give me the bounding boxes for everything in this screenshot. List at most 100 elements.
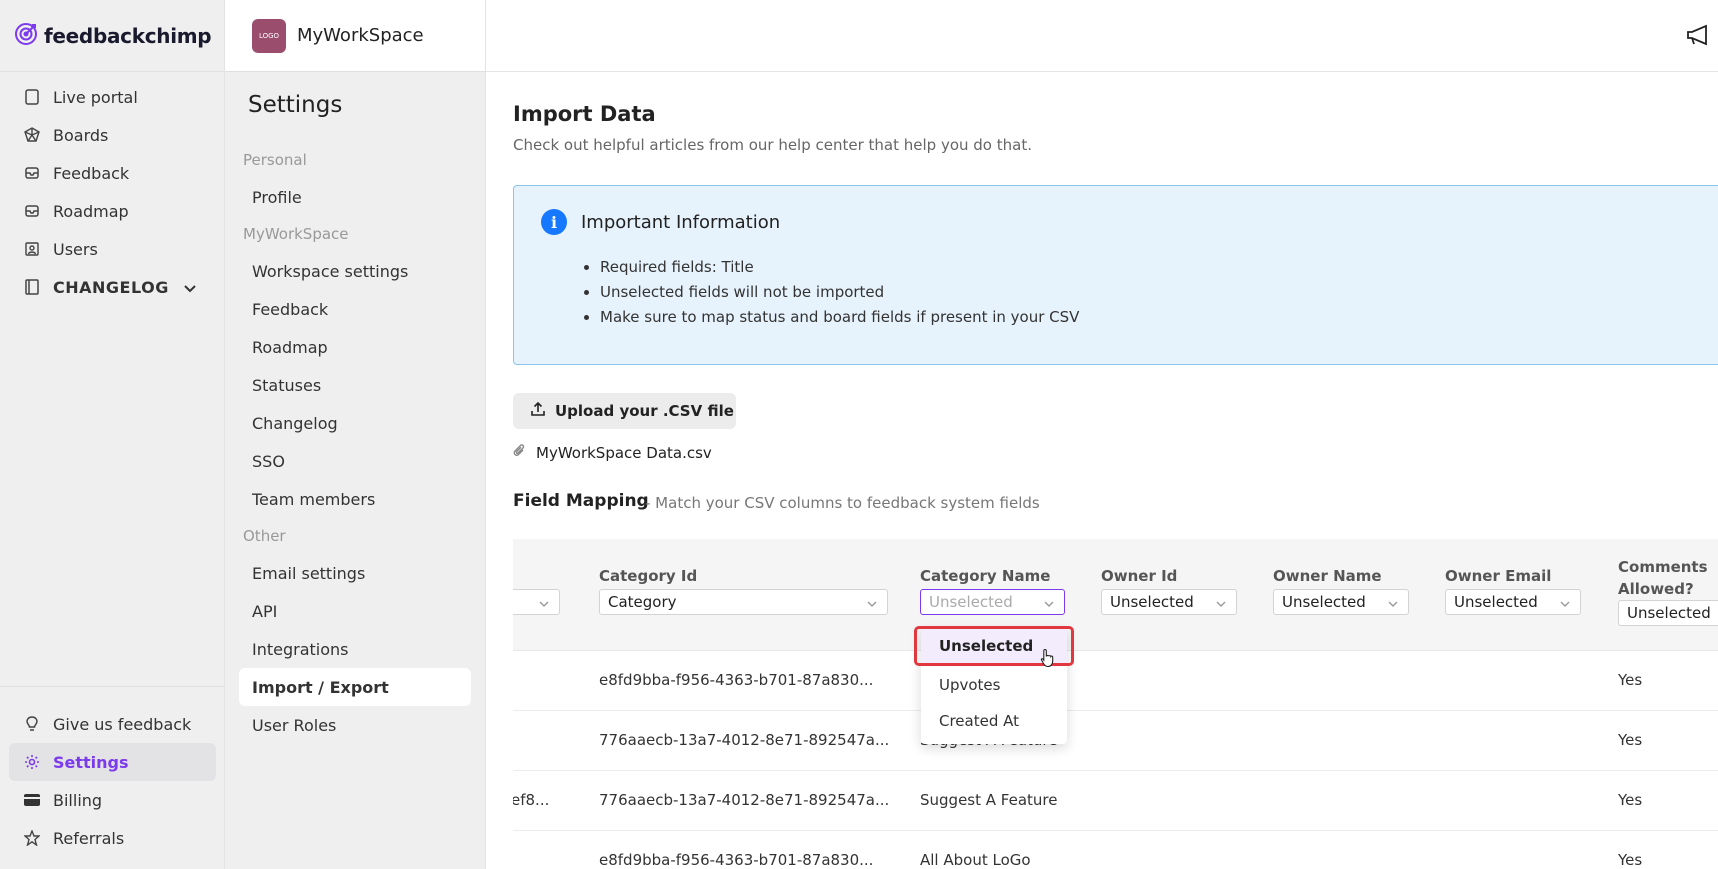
column-header-owner-name: Owner Name (1273, 567, 1382, 585)
column-header-line: Allowed? (1618, 580, 1694, 598)
brand[interactable]: feedbackchimp (0, 0, 224, 72)
info-list: Required fields: Title Unselected fields… (600, 255, 1079, 330)
nav-item-billing[interactable]: Billing (0, 781, 225, 819)
settings-item-integrations[interactable]: Integrations (225, 630, 485, 668)
card-icon (24, 792, 40, 808)
upload-csv-button[interactable]: Upload your .CSV file (513, 393, 736, 429)
settings-item-email-settings[interactable]: Email settings (225, 554, 485, 592)
roadmap-icon (24, 203, 40, 219)
paperclip-icon (513, 444, 526, 462)
settings-item-statuses[interactable]: Statuses (225, 366, 485, 404)
page-subtitle: Check out helpful articles from our help… (513, 136, 1032, 154)
settings-item-changelog[interactable]: Changelog (225, 404, 485, 442)
info-icon: i (541, 209, 567, 235)
column-select-owner-email[interactable]: Unselected (1445, 589, 1581, 615)
tablet-icon (24, 89, 40, 105)
users-icon (24, 241, 40, 257)
nav-item-label: Billing (53, 790, 103, 810)
field-mapping-table: Category Id Category Category Name Unsel… (513, 539, 1718, 869)
column-select-category-id[interactable]: Category (599, 589, 888, 615)
table-cell: 776aaecb-13a7-4012-8e71-892547a... (599, 791, 890, 809)
upload-label: Upload your .CSV file (555, 402, 734, 420)
table-cell: Yes (1618, 791, 1643, 809)
settings-title: Settings (248, 92, 343, 118)
nav-item-label: CHANGELOG (53, 277, 169, 297)
nav-item-label: Give us feedback (53, 714, 192, 734)
column-select-category-name[interactable]: Unselected (920, 589, 1065, 615)
chevron-down-icon (866, 596, 878, 614)
info-box: i Important Information Required fields:… (513, 185, 1718, 365)
nav-item-give-feedback[interactable]: Give us feedback (0, 705, 225, 743)
nav-item-label: Feedback (53, 163, 130, 183)
file-name: MyWorkSpace Data.csv (536, 444, 712, 462)
column-header-line: Comments (1618, 558, 1708, 576)
field-mapping-title: Field Mapping (513, 491, 649, 511)
workspace-name: MyWorkSpace (297, 25, 424, 46)
table-cell: All About LoGo (920, 851, 1031, 869)
nav-item-label: Referrals (53, 828, 125, 848)
uploaded-file[interactable]: MyWorkSpace Data.csv (513, 439, 712, 467)
dropdown-option-upvotes[interactable]: Upvotes (921, 668, 1067, 702)
nav-item-label: Users (53, 239, 98, 259)
section-label-personal: Personal (243, 151, 307, 169)
chevron-down-icon (1559, 596, 1571, 614)
nav-item-changelog[interactable]: CHANGELOG (0, 268, 224, 306)
table-cell: ef8... (513, 791, 550, 809)
table-row: e8fd9bba-f956-4363-b701-87a830... Yes (513, 651, 1718, 711)
megaphone-icon[interactable] (1686, 24, 1710, 50)
settings-item-team-members[interactable]: Team members (225, 480, 485, 518)
table-row: e8fd9bba-f956-4363-b701-87a830... All Ab… (513, 831, 1718, 869)
info-bullet: Required fields: Title (600, 255, 1079, 280)
workspace-logo: LOGO (252, 18, 286, 53)
settings-item-sso[interactable]: SSO (225, 442, 485, 480)
settings-item-roadmap[interactable]: Roadmap (225, 328, 485, 366)
settings-sidebar: LOGO MyWorkSpace Settings Personal Profi… (225, 0, 486, 869)
left-nav: feedbackchimp Live portal Boards Feedbac… (0, 0, 225, 869)
column-select-owner-id[interactable]: Unselected (1101, 589, 1237, 615)
column-select-owner-name[interactable]: Unselected (1273, 589, 1409, 615)
dropdown-option-created-at[interactable]: Created At (921, 704, 1067, 738)
field-mapping-subtitle: - Match your CSV columns to feedback sys… (645, 494, 1040, 512)
section-label-workspace: MyWorkSpace (243, 225, 349, 243)
select-value: Unselected (1282, 593, 1366, 611)
workspace-header[interactable]: LOGO MyWorkSpace (225, 0, 485, 72)
table-cell: e8fd9bba-f956-4363-b701-87a830... (599, 671, 874, 689)
table-row: 776aaecb-13a7-4012-8e71-892547a... Sugge… (513, 711, 1718, 771)
book-icon (24, 279, 40, 295)
chevron-down-icon[interactable] (184, 278, 196, 297)
settings-item-workspace-settings[interactable]: Workspace settings (225, 252, 485, 290)
nav-item-live-portal[interactable]: Live portal (0, 78, 224, 116)
column-header-category-name: Category Name (920, 567, 1051, 585)
boards-icon (24, 127, 40, 143)
nav-item-label: Roadmap (53, 201, 129, 221)
table-row: ef8... 776aaecb-13a7-4012-8e71-892547a..… (513, 771, 1718, 831)
column-select-comments-allowed[interactable]: Unselected (1618, 600, 1718, 626)
nav-bottom: Give us feedback Settings Billing Referr… (0, 686, 225, 857)
column-header-comments-allowed: Comments Allowed? (1618, 556, 1708, 600)
lightbulb-icon (24, 716, 40, 732)
main-content: Import Data Check out helpful articles f… (486, 72, 1718, 869)
nav-item-users[interactable]: Users (0, 230, 224, 268)
select-value: Unselected (1627, 604, 1711, 622)
nav-item-label: Boards (53, 125, 109, 145)
nav-item-roadmap[interactable]: Roadmap (0, 192, 224, 230)
page-title: Import Data (513, 102, 656, 126)
nav-item-referrals[interactable]: Referrals (0, 819, 225, 857)
settings-item-import-export[interactable]: Import / Export (239, 668, 471, 706)
nav-item-feedback[interactable]: Feedback (0, 154, 224, 192)
chevron-down-icon (538, 596, 550, 614)
settings-item-api[interactable]: API (225, 592, 485, 630)
select-value: Unselected (1454, 593, 1538, 611)
settings-item-profile[interactable]: Profile (225, 178, 485, 216)
nav-item-boards[interactable]: Boards (0, 116, 224, 154)
nav-item-label: Settings (53, 752, 129, 772)
select-value: Unselected (1110, 593, 1194, 611)
nav-item-settings[interactable]: Settings (9, 743, 216, 781)
settings-item-user-roles[interactable]: User Roles (225, 706, 485, 744)
column-select-0[interactable] (513, 589, 560, 615)
table-cell: e8fd9bba-f956-4363-b701-87a830... (599, 851, 874, 869)
table-cell: Yes (1618, 731, 1643, 749)
settings-item-feedback[interactable]: Feedback (225, 290, 485, 328)
nav-item-label: Live portal (53, 87, 138, 107)
gear-icon (24, 754, 40, 770)
